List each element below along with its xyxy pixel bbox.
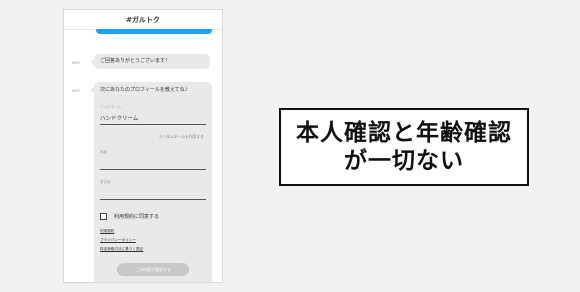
info-avatar-label: INFO [72, 61, 81, 65]
caption-box: 本人確認と年齢確認 が一切ない [279, 108, 529, 186]
caption-line-2: が一切ない [344, 148, 464, 174]
caption-line-1: 本人確認と年齢確認 [296, 120, 512, 146]
agree-checkbox[interactable] [100, 213, 107, 220]
chat-title: #ガルトク [126, 15, 160, 24]
phone-screenshot: #ガルトク INFO ご回答ありがとうございます！ INFO 次にあなたのプロフ… [63, 9, 223, 283]
profile-form-bubble: 次にあなたのプロフィールを教えてね♪ ニックネーム ハンドクリーム ランダムネー… [90, 82, 212, 282]
profile-prompt-text: 次にあなたのプロフィールを教えてね♪ [100, 87, 188, 93]
info-avatar-label: INFO [72, 89, 81, 93]
chat-header: #ガルトク [64, 10, 222, 30]
agree-label: 利用規約に同意する [114, 214, 160, 220]
terms-link[interactable]: 利用規約 [100, 229, 206, 234]
privacy-policy-link[interactable]: プライバシーポリシー [100, 238, 206, 243]
commercial-law-link[interactable]: 特定商取引法に基づく表記 [100, 247, 206, 252]
age-underline [100, 169, 206, 170]
random-name-link[interactable]: ランダムネームを利用する [100, 134, 206, 140]
location-label: 居住地 [100, 180, 111, 184]
age-label: 年齢 [100, 150, 107, 154]
age-field[interactable]: 年齢 [100, 150, 206, 170]
nickname-label: ニックネーム [100, 105, 121, 109]
nickname-underline [100, 124, 206, 125]
bot-message-bubble: ご回答ありがとうございます！ [90, 54, 210, 69]
nickname-input[interactable]: ハンドクリーム [100, 114, 206, 122]
bot-message-text: ご回答ありがとうございます！ [100, 58, 171, 64]
agree-terms-row[interactable]: 利用規約に同意する [100, 213, 206, 220]
user-message-bubble [96, 29, 212, 34]
location-underline [100, 199, 206, 200]
submit-button[interactable]: この内容で登録する [117, 263, 189, 276]
location-field[interactable]: 居住地 [100, 180, 206, 200]
